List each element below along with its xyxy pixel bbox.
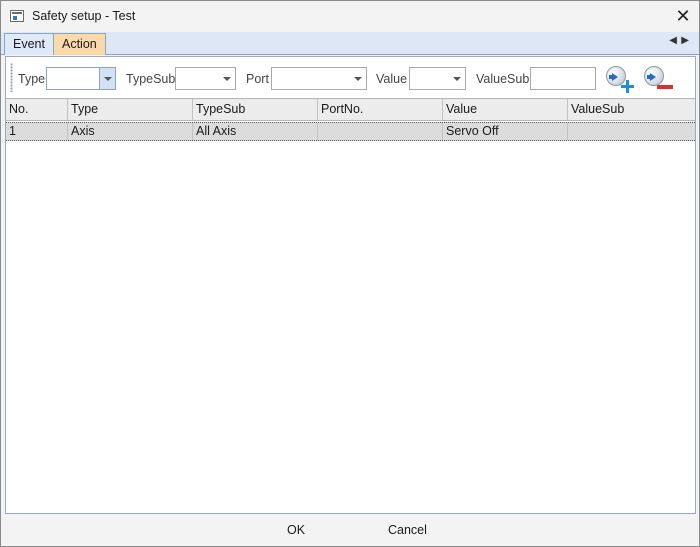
chevron-down-icon[interactable] <box>99 68 115 89</box>
arrow-right-icon <box>644 66 664 86</box>
cancel-button[interactable]: Cancel <box>388 523 427 537</box>
chevron-down-icon[interactable] <box>449 68 465 89</box>
action-toolbar: Type TypeSub Port Value ValueSub <box>6 57 695 98</box>
cell-no[interactable]: 1 <box>6 123 68 140</box>
cell-portno[interactable] <box>318 123 443 140</box>
port-label: Port <box>246 72 269 86</box>
column-header-typesub[interactable]: TypeSub <box>193 99 318 120</box>
chevron-down-icon[interactable] <box>219 68 235 89</box>
add-action-icon <box>621 80 634 93</box>
cell-value[interactable]: Servo Off <box>443 123 568 140</box>
remove-action-button[interactable] <box>642 64 674 93</box>
window-app-icon <box>10 10 24 22</box>
grid-header: No. Type TypeSub PortNo. Value ValueSub <box>6 99 695 121</box>
column-header-valuesub[interactable]: ValueSub <box>568 99 695 120</box>
column-header-value[interactable]: Value <box>443 99 568 120</box>
tab-event[interactable]: Event <box>4 33 54 55</box>
tab-scroll-right-icon[interactable]: ▶ <box>681 35 689 46</box>
value-combo[interactable] <box>409 67 466 90</box>
action-page: Type TypeSub Port Value ValueSub No. Typ… <box>5 56 696 514</box>
type-combo[interactable] <box>46 67 116 90</box>
typesub-combo[interactable] <box>175 67 236 90</box>
value-label: Value <box>376 72 408 86</box>
type-label: Type <box>18 72 46 86</box>
valuesub-label: ValueSub <box>476 72 530 86</box>
chevron-down-icon[interactable] <box>350 68 366 89</box>
window-title: Safety setup - Test <box>32 9 136 23</box>
action-grid[interactable]: No. Type TypeSub PortNo. Value ValueSub … <box>6 98 695 513</box>
cell-typesub[interactable]: All Axis <box>193 123 318 140</box>
title-bar: Safety setup - Test ✕ <box>1 1 699 32</box>
table-row[interactable]: 1 Axis All Axis Servo Off <box>6 122 695 141</box>
valuesub-input[interactable] <box>530 67 596 90</box>
tab-action[interactable]: Action <box>53 33 106 55</box>
tab-strip: Event Action ◀ ▶ <box>1 32 699 55</box>
close-icon[interactable]: ✕ <box>667 1 699 31</box>
add-action-button[interactable] <box>604 64 636 93</box>
remove-action-icon <box>657 85 673 89</box>
ok-button[interactable]: OK <box>287 523 305 537</box>
safety-setup-dialog: Safety setup - Test ✕ Event Action ◀ ▶ T… <box>0 0 700 547</box>
column-header-type[interactable]: Type <box>68 99 193 120</box>
typesub-label: TypeSub <box>126 72 176 86</box>
column-header-portno[interactable]: PortNo. <box>318 99 443 120</box>
port-combo[interactable] <box>271 67 367 90</box>
cell-type[interactable]: Axis <box>68 123 193 140</box>
tab-scroll-left-icon[interactable]: ◀ <box>669 35 677 46</box>
column-header-no[interactable]: No. <box>6 99 68 120</box>
toolbar-grip[interactable] <box>10 63 13 92</box>
cell-valuesub[interactable] <box>568 123 695 140</box>
